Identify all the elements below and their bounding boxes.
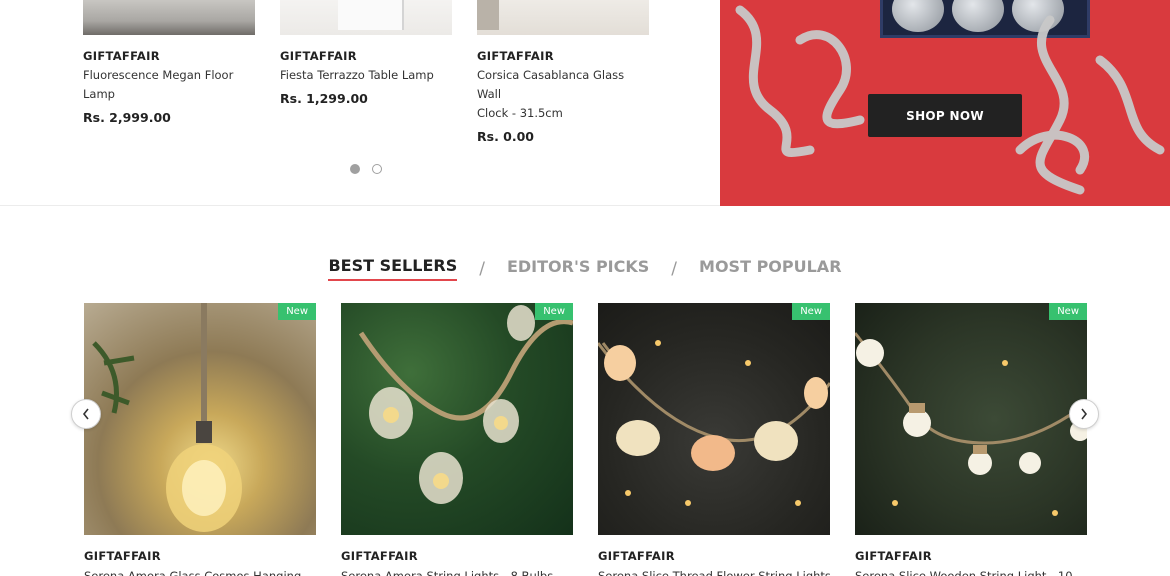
product-name-line: Corsica Casablanca Glass Wall xyxy=(477,68,625,101)
product-brand: GIFTAFFAIR xyxy=(477,49,554,63)
flower-lights-illustration xyxy=(598,340,830,506)
product-image[interactable] xyxy=(83,0,255,35)
carousel-dot[interactable] xyxy=(372,164,382,174)
product-card[interactable]: New GIFTAFFAIR Serena Slice Wooden Strin… xyxy=(855,303,1087,576)
carousel-prev-button[interactable] xyxy=(71,399,101,429)
chevron-right-icon xyxy=(1081,408,1088,420)
product-brand: GIFTAFFAIR xyxy=(341,549,418,563)
product-card[interactable]: GIFTAFFAIR Fluorescence Megan Floor Lamp… xyxy=(83,0,255,125)
product-card[interactable]: GIFTAFFAIR Fiesta Terrazzo Table Lamp Rs… xyxy=(280,0,452,106)
tab-most-popular[interactable]: MOST POPULAR xyxy=(699,257,841,280)
product-name-line: Lamp xyxy=(83,87,115,101)
featured-products-section: GIFTAFFAIR Fluorescence Megan Floor Lamp… xyxy=(0,0,1170,206)
product-name-line: Fluorescence Megan Floor xyxy=(83,68,234,82)
product-name-line: Clock - 31.5cm xyxy=(477,106,563,120)
promo-banner: SHOP NOW xyxy=(720,0,1170,206)
product-brand: GIFTAFFAIR xyxy=(83,49,160,63)
product-name[interactable]: Serena Amora Glass Cosmos Hanging xyxy=(84,567,301,576)
product-brand: GIFTAFFAIR xyxy=(598,549,675,563)
carousel-dot-active[interactable] xyxy=(350,164,360,174)
product-brand: GIFTAFFAIR xyxy=(855,549,932,563)
product-price: Rs. 1,299.00 xyxy=(280,91,368,106)
product-card[interactable]: New GIFTAFFAIR Serena Amora Glass Cosmos… xyxy=(84,303,316,576)
new-badge: New xyxy=(278,303,316,320)
product-name[interactable]: Corsica Casablanca Glass Wall Clock - 31… xyxy=(477,66,649,123)
product-name[interactable]: Serena Amora String Lights - 8 Bulbs xyxy=(341,567,553,576)
product-name[interactable]: Serena Slice Thread Flower String Lights xyxy=(598,567,831,576)
product-name[interactable]: Serena Slice Wooden String Light - 10 xyxy=(855,567,1073,576)
tab-editors-picks[interactable]: EDITOR'S PICKS xyxy=(507,257,649,280)
product-image[interactable]: New xyxy=(84,303,316,535)
string-lights-illustration xyxy=(358,305,573,504)
carousel-pagination xyxy=(350,164,382,174)
product-name[interactable]: Fiesta Terrazzo Table Lamp xyxy=(280,66,452,85)
new-badge: New xyxy=(535,303,573,320)
product-image[interactable]: New xyxy=(598,303,830,535)
product-image[interactable] xyxy=(280,0,452,35)
tab-best-sellers[interactable]: BEST SELLERS xyxy=(328,256,458,281)
product-image[interactable]: New xyxy=(341,303,573,535)
hanging-bulb-illustration xyxy=(92,303,242,532)
new-badge: New xyxy=(1049,303,1087,320)
product-card[interactable]: GIFTAFFAIR Corsica Casablanca Glass Wall… xyxy=(477,0,649,144)
product-tabs: BEST SELLERS / EDITOR'S PICKS / MOST POP… xyxy=(0,256,1170,281)
wooden-lights-illustration xyxy=(855,332,1087,516)
product-price: Rs. 2,999.00 xyxy=(83,110,171,125)
chevron-left-icon xyxy=(82,408,89,420)
product-name[interactable]: Fluorescence Megan Floor Lamp xyxy=(83,66,255,104)
product-card[interactable]: New GIFTAFFAIR Serena Amora String Light… xyxy=(341,303,573,576)
shop-now-button[interactable]: SHOP NOW xyxy=(868,94,1022,137)
product-price: Rs. 0.00 xyxy=(477,129,535,144)
tab-separator: / xyxy=(479,258,485,279)
tab-separator: / xyxy=(671,258,678,279)
new-badge: New xyxy=(792,303,830,320)
product-brand: GIFTAFFAIR xyxy=(84,549,161,563)
carousel-next-button[interactable] xyxy=(1069,399,1099,429)
product-card[interactable]: New GIFTAFFAIR Serena Slice Thread Flowe… xyxy=(598,303,831,576)
product-image[interactable]: New xyxy=(855,303,1087,535)
product-brand: GIFTAFFAIR xyxy=(280,49,357,63)
product-image[interactable] xyxy=(477,0,649,35)
